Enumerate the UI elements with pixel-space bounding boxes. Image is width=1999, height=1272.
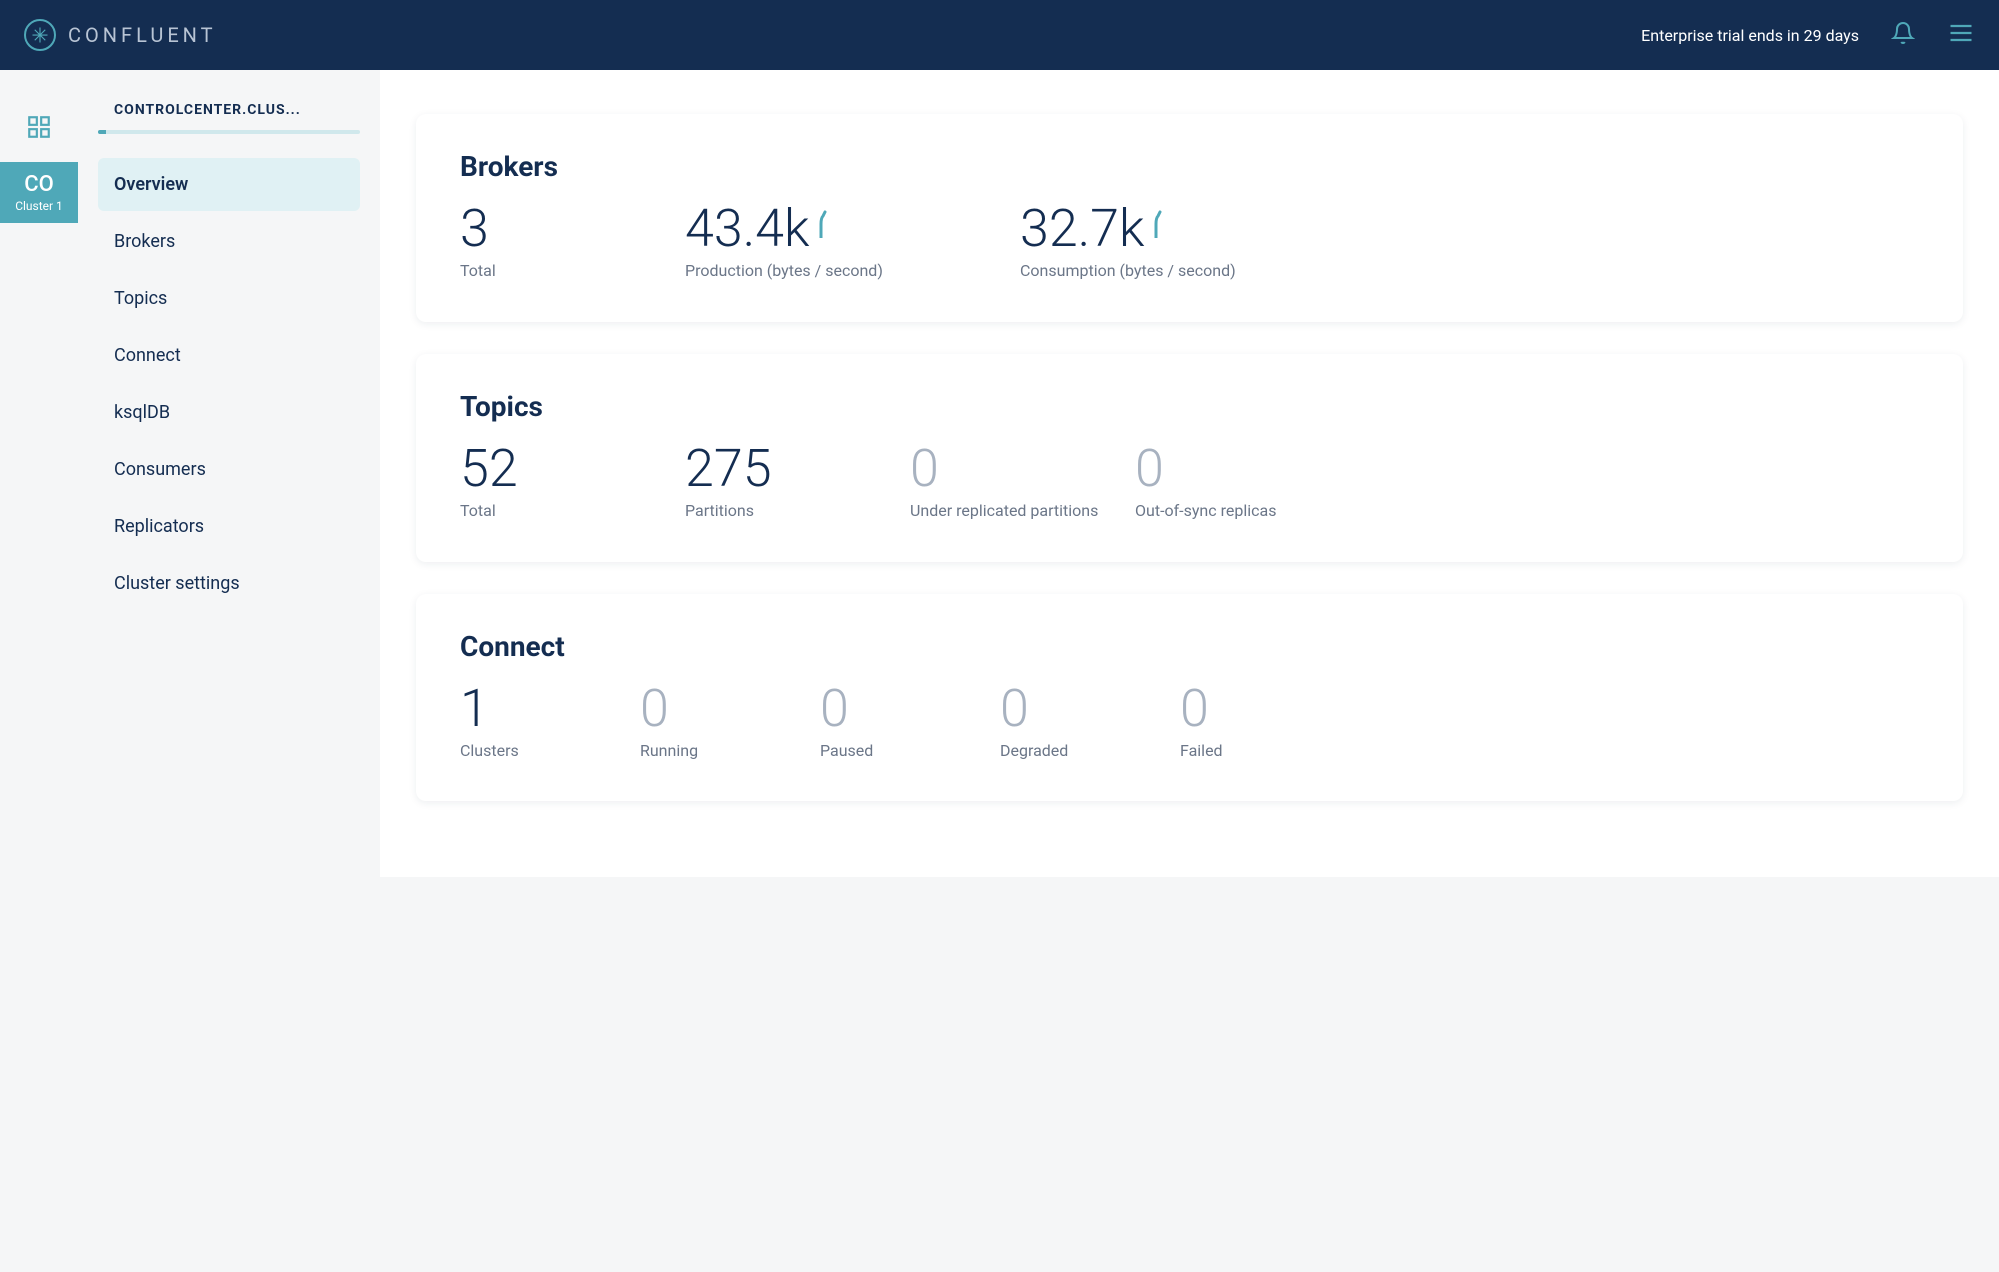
sidebar-item-consumers[interactable]: Consumers [98, 443, 360, 496]
sidebar-item-ksqldb[interactable]: ksqlDB [98, 386, 360, 439]
stat-label: Partitions [685, 501, 910, 522]
stat-label: Consumption (bytes / second) [1020, 261, 1919, 282]
stat-label: Out-of-sync replicas [1135, 501, 1919, 522]
stat-value: 0 [1180, 683, 1360, 735]
topics-card: Topics 52Total275Partitions0Under replic… [416, 354, 1963, 562]
stat-value: 0 [1000, 683, 1180, 735]
stat-block: 0 Under replicated partitions [910, 443, 1135, 522]
header-right: Enterprise trial ends in 29 days [1641, 19, 1975, 51]
notifications-icon[interactable] [1891, 21, 1915, 49]
stat-value: 3 [460, 203, 685, 255]
stat-value: 0 [820, 683, 1000, 735]
stat-value: 1 [460, 683, 640, 735]
stat-block: 0 Out-of-sync replicas [1135, 443, 1919, 522]
stat-label: Production (bytes / second) [685, 261, 1020, 282]
cluster-badge[interactable]: CO Cluster 1 [0, 162, 78, 223]
sidebar: CONTROLCENTER.CLUS... Overview Brokers Top… [78, 70, 380, 877]
icon-sidebar: CO Cluster 1 [0, 70, 78, 877]
sidebar-item-label: Replicators [114, 516, 204, 537]
stat-label: Clusters [460, 741, 640, 762]
stat-value: 0 [640, 683, 820, 735]
stat-value: 0 [910, 443, 1135, 495]
stat-block: 0 Degraded [1000, 683, 1180, 762]
sidebar-item-connect[interactable]: Connect [98, 329, 360, 382]
stat-block: 1 Clusters [460, 683, 640, 762]
sidebar-item-cluster-settings[interactable]: Cluster settings [98, 557, 360, 610]
trial-status: Enterprise trial ends in 29 days [1641, 26, 1859, 45]
stat-block: 52 Total [460, 443, 685, 522]
sidebar-title: CONTROLCENTER.CLUS... [98, 102, 360, 130]
stat-block: 0 Running [640, 683, 820, 762]
stat-label: Under replicated partitions [910, 501, 1135, 522]
stat-value: 275 [685, 443, 910, 495]
sparkline-icon [1152, 210, 1164, 242]
sidebar-item-brokers[interactable]: Brokers [98, 215, 360, 268]
stat-value: 32.7k [1020, 203, 1144, 255]
stat-block: 0 Failed [1180, 683, 1360, 762]
brand-name: CONFLUENT [68, 23, 217, 47]
sidebar-progress [98, 130, 360, 134]
stat-label: Running [640, 741, 820, 762]
sparkline-icon [817, 210, 829, 242]
stat-value: 43.4k [685, 203, 809, 255]
stat-value: 52 [460, 443, 685, 495]
sidebar-item-label: Connect [114, 345, 181, 366]
stat-block: 3 Total [460, 203, 685, 282]
connect-card-title: Connect [460, 630, 1919, 663]
hamburger-menu-icon[interactable] [1947, 19, 1975, 51]
stat-block: 0 Paused [820, 683, 1000, 762]
sidebar-item-replicators[interactable]: Replicators [98, 500, 360, 553]
sidebar-item-label: Overview [114, 174, 188, 195]
logo-section[interactable]: CONFLUENT [24, 19, 217, 51]
stat-label: Failed [1180, 741, 1360, 762]
main-content: Brokers 3Total43.4kProduction (bytes / s… [380, 70, 1999, 877]
cluster-label: Cluster 1 [15, 199, 63, 213]
stat-label: Paused [820, 741, 1000, 762]
stat-block: 43.4k Production (bytes / second) [685, 203, 1020, 282]
sidebar-item-label: Topics [114, 288, 167, 309]
header: CONFLUENT Enterprise trial ends in 29 da… [0, 0, 1999, 70]
brokers-card-title: Brokers [460, 150, 1919, 183]
sidebar-item-overview[interactable]: Overview [98, 158, 360, 211]
sidebar-item-label: ksqlDB [114, 402, 170, 423]
stat-label: Total [460, 261, 685, 282]
stat-block: 32.7k Consumption (bytes / second) [1020, 203, 1919, 282]
brokers-card: Brokers 3 Total43.4k Production (bytes / s… [416, 114, 1963, 322]
confluent-logo-icon [24, 19, 56, 51]
sidebar-item-label: Brokers [114, 231, 175, 252]
sidebar-item-label: Consumers [114, 459, 206, 480]
sidebar-item-topics[interactable]: Topics [98, 272, 360, 325]
sidebar-item-label: Cluster settings [114, 573, 240, 594]
stat-label: Total [460, 501, 685, 522]
stat-label: Degraded [1000, 741, 1180, 762]
dashboard-grid-icon[interactable] [26, 114, 52, 144]
stat-block: 275 Partitions [685, 443, 910, 522]
cluster-short-code: CO [24, 172, 54, 197]
topics-card-title: Topics [460, 390, 1919, 423]
stat-value: 0 [1135, 443, 1919, 495]
connect-card: Connect 1Clusters0Running0Paused0Degrade… [416, 594, 1963, 802]
